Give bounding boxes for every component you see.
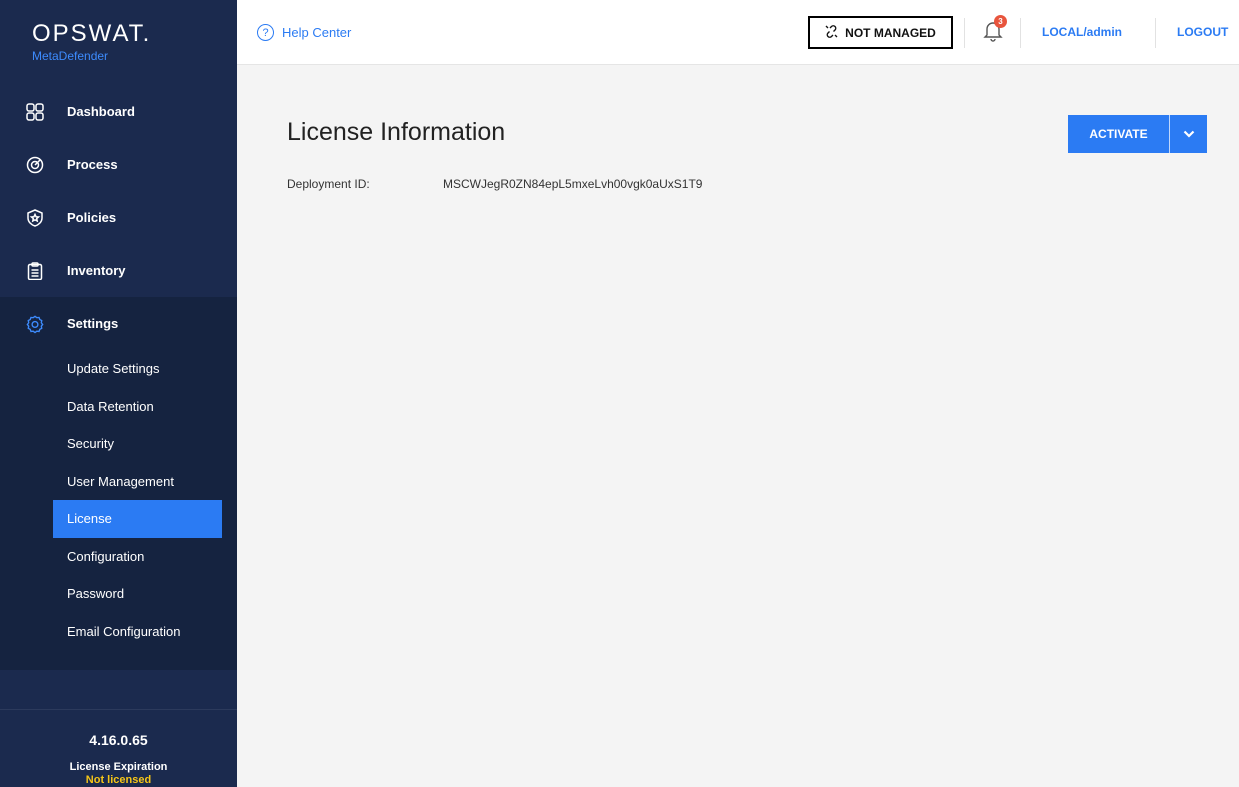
user-menu[interactable]: LOCAL/admin <box>1042 25 1122 39</box>
sidebar-item-label: Dashboard <box>67 104 135 119</box>
sidebar-item-label: Policies <box>67 210 117 225</box>
main-nav: Dashboard Process Policies Inventory Set… <box>0 85 237 670</box>
process-icon <box>26 156 44 174</box>
sidebar-item-dashboard[interactable]: Dashboard <box>0 85 237 138</box>
notifications-button[interactable]: 3 <box>983 15 1007 46</box>
settings-group: Settings Update Settings Data Retention … <box>0 297 237 670</box>
opswat-logo: OPSWAT. <box>32 20 152 47</box>
not-managed-label: NOT MANAGED <box>845 25 936 40</box>
sidebar-item-label: Settings <box>67 316 119 331</box>
sidebar-footer: 4.16.0.65 License Expiration Not license… <box>0 709 237 787</box>
dashboard-icon <box>26 102 44 121</box>
sidebar-subitem-email-configuration[interactable]: Email Configuration <box>0 613 237 651</box>
deployment-id-value: MSCWJegR0ZN84epL5mxeLvh00vgk0aUxS1T9 <box>443 177 703 191</box>
sidebar-subitem-security[interactable]: Security <box>0 425 237 463</box>
deployment-id-label: Deployment ID: <box>287 177 370 191</box>
license-expiration-value: Not licensed <box>85 774 152 786</box>
help-center-label: Help Center <box>282 25 352 40</box>
divider <box>964 18 965 48</box>
version-number: 4.16.0.65 <box>89 732 148 748</box>
divider <box>1169 115 1170 153</box>
notification-count-badge: 3 <box>994 15 1007 28</box>
sidebar: OPSWAT. MetaDefender Dashboard Process P… <box>0 0 237 787</box>
sidebar-item-process[interactable]: Process <box>0 138 237 191</box>
page-title: License Information <box>287 118 506 146</box>
product-name: MetaDefender <box>32 49 109 63</box>
license-expiration-label: License Expiration <box>69 761 168 773</box>
gear-icon <box>26 315 44 333</box>
activate-button[interactable]: ACTIVATE <box>1068 115 1169 153</box>
sidebar-item-label: Process <box>67 157 118 172</box>
inventory-icon <box>26 261 44 280</box>
chevron-down-icon <box>1183 125 1195 143</box>
sidebar-subitem-data-retention[interactable]: Data Retention <box>0 388 237 426</box>
activate-split-button: ACTIVATE <box>1068 115 1207 153</box>
help-icon: ? <box>257 24 274 41</box>
sidebar-subitem-license[interactable]: License <box>53 500 222 538</box>
sidebar-subitem-configuration[interactable]: Configuration <box>0 538 237 576</box>
logout-button[interactable]: LOGOUT <box>1177 25 1228 39</box>
bell-icon <box>983 22 1003 46</box>
sidebar-subitem-user-management[interactable]: User Management <box>0 463 237 501</box>
not-managed-button[interactable]: NOT MANAGED <box>808 16 953 49</box>
sidebar-item-policies[interactable]: Policies <box>0 191 237 244</box>
sidebar-subitem-password[interactable]: Password <box>0 575 237 613</box>
unlink-icon <box>825 24 838 41</box>
help-center-link[interactable]: ? Help Center <box>257 24 351 41</box>
sidebar-item-label: Inventory <box>67 263 126 278</box>
divider <box>1020 18 1021 48</box>
brand[interactable]: OPSWAT. MetaDefender <box>0 0 237 70</box>
policies-icon <box>26 208 44 227</box>
topbar: ? Help Center NOT MANAGED 3 LOCAL/admin … <box>237 0 1239 65</box>
sidebar-item-inventory[interactable]: Inventory <box>0 244 237 297</box>
activate-dropdown-button[interactable] <box>1170 115 1207 153</box>
sidebar-subitem-update-settings[interactable]: Update Settings <box>0 350 237 388</box>
divider <box>1155 18 1156 48</box>
sidebar-item-settings[interactable]: Settings <box>0 297 237 350</box>
